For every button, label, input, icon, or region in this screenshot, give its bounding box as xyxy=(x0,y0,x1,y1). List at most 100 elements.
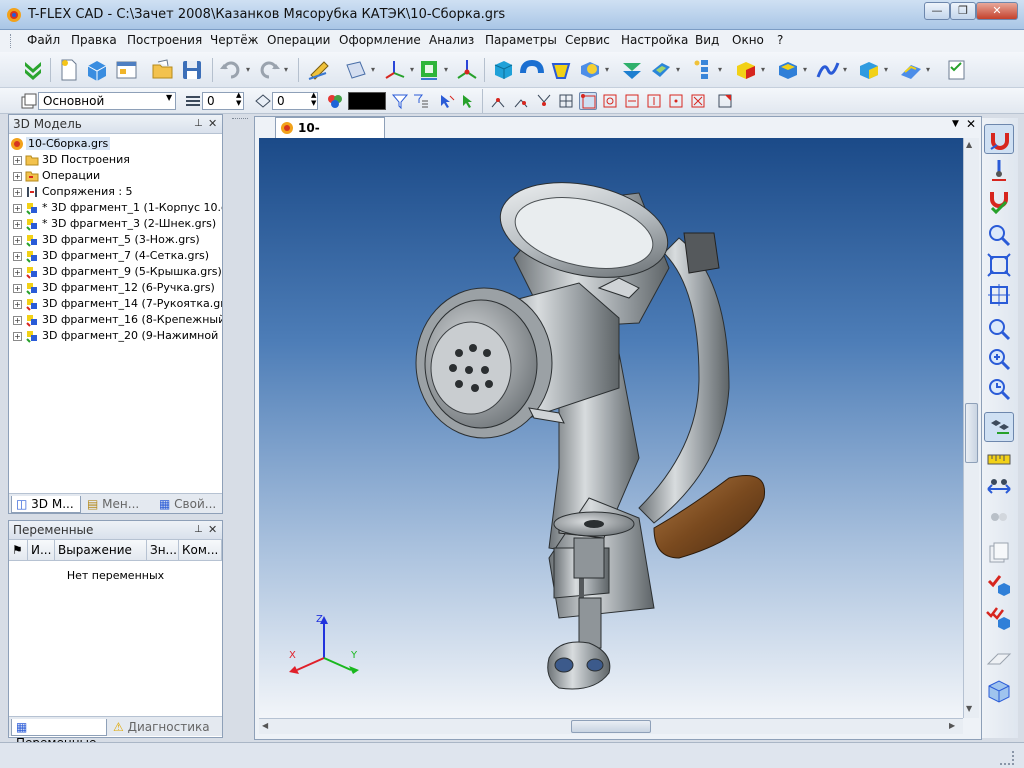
magnet-snap-icon[interactable] xyxy=(984,124,1014,154)
menu-settings[interactable]: Настройка xyxy=(621,33,688,47)
splitter-grip[interactable] xyxy=(232,118,248,124)
menu-construct[interactable]: Построения xyxy=(127,33,202,47)
snap-node-icon[interactable] xyxy=(489,92,507,110)
3d-node-icon[interactable] xyxy=(454,57,480,83)
document-close-icon[interactable]: ✕ xyxy=(966,117,976,131)
expand-icon[interactable]: + xyxy=(13,331,22,341)
expand-icon[interactable]: + xyxy=(13,203,22,213)
select-cursor-icon[interactable] xyxy=(438,92,456,110)
surface-curve-icon[interactable] xyxy=(815,57,841,83)
undo-dropdown-icon[interactable]: ▾ xyxy=(244,57,252,83)
save-icon[interactable] xyxy=(179,57,205,83)
level-spinner-icon[interactable]: ▲ ▼ xyxy=(236,91,241,107)
snap-middle-icon[interactable] xyxy=(667,92,685,110)
tree-item-operations[interactable]: + Операции xyxy=(13,168,100,184)
hide-show-icon[interactable] xyxy=(984,502,1014,532)
zoom-in-icon[interactable] xyxy=(984,314,1014,344)
zoom-all-icon[interactable] xyxy=(984,280,1014,310)
boolean-dropdown-icon[interactable]: ▾ xyxy=(603,57,611,83)
profile-dropdown-icon[interactable]: ▾ xyxy=(442,57,450,83)
color-palette-icon[interactable] xyxy=(326,92,344,110)
tree-item-fragment[interactable]: +3D фрагмент_12 (6-Ручка.grs) xyxy=(13,280,215,296)
tab-menu[interactable]: ▤ Мен... xyxy=(83,496,153,513)
surface-dropdown-icon[interactable]: ▾ xyxy=(841,57,849,83)
menu-service[interactable]: Сервис xyxy=(565,33,610,47)
filter-icon[interactable] xyxy=(391,92,409,110)
magnet-check-icon[interactable] xyxy=(984,186,1014,216)
sketch-pencil-icon[interactable] xyxy=(306,57,332,83)
menu-window[interactable]: Окно xyxy=(732,33,764,47)
document-tab[interactable]: 10-Сборка.grs xyxy=(275,117,385,155)
workplane-icon[interactable] xyxy=(343,57,369,83)
select-pick-icon[interactable] xyxy=(460,92,478,110)
extrude-icon[interactable] xyxy=(490,57,516,83)
snap-grid-icon[interactable] xyxy=(557,92,575,110)
rotate-view-icon[interactable] xyxy=(984,412,1014,442)
zoom-previous-icon[interactable] xyxy=(984,374,1014,404)
tab-properties[interactable]: ▦ Свой... xyxy=(155,496,221,513)
sheet-metal-icon[interactable] xyxy=(898,57,924,83)
new-drawing-icon[interactable] xyxy=(113,57,139,83)
priority-spinner-icon[interactable]: ▲ ▼ xyxy=(311,91,316,107)
restore-button[interactable]: ❐ xyxy=(950,2,976,20)
tree-item-fragment[interactable]: +3D фрагмент_14 (7-Рукоятка.grs) xyxy=(13,296,222,312)
pin-node-icon[interactable] xyxy=(984,156,1014,186)
new-3d-model-icon[interactable] xyxy=(84,57,110,83)
menu-format[interactable]: Оформление xyxy=(339,33,421,47)
body-from-surface-icon[interactable] xyxy=(775,57,801,83)
snap-perpendicular-icon[interactable] xyxy=(645,92,663,110)
check-cube-icon[interactable] xyxy=(984,570,1014,600)
body-dropdown-icon[interactable]: ▾ xyxy=(801,57,809,83)
menu-operations[interactable]: Операции xyxy=(267,33,330,47)
minimize-button[interactable]: — xyxy=(924,2,950,20)
tree-item-fragment[interactable]: +3D фрагмент_5 (3-Нож.grs) xyxy=(13,232,200,248)
shell-dropdown-icon[interactable]: ▾ xyxy=(674,57,682,83)
expand-icon[interactable]: + xyxy=(13,267,22,277)
horizontal-scrollbar[interactable]: ◀ ▶ xyxy=(259,718,963,734)
snap-intersection-icon[interactable] xyxy=(689,92,707,110)
color-swatch[interactable] xyxy=(348,92,386,110)
section-plane-icon[interactable] xyxy=(984,644,1014,674)
panel-close-icon[interactable]: ✕ xyxy=(208,115,217,133)
column-comment[interactable]: Ком... xyxy=(179,540,222,560)
expand-icon[interactable]: + xyxy=(13,155,22,165)
tab-list-icon[interactable]: ▼ xyxy=(952,119,959,129)
scroll-right-icon[interactable]: ▶ xyxy=(949,721,955,730)
resize-grip-icon[interactable] xyxy=(1000,751,1014,765)
scroll-left-icon[interactable]: ◀ xyxy=(262,721,268,730)
tab-variables[interactable]: ▦ Переменные xyxy=(11,719,107,750)
new-document-icon[interactable] xyxy=(55,57,81,83)
snap-toggle-icon[interactable] xyxy=(716,92,734,110)
smooth-edges-icon[interactable] xyxy=(619,57,645,83)
pin-icon[interactable]: ⊥ xyxy=(194,521,203,539)
filter-list-icon[interactable] xyxy=(412,92,430,110)
tree-root[interactable]: 10-Сборка.grs xyxy=(10,136,111,152)
scroll-down-icon[interactable]: ▼ xyxy=(966,704,972,713)
snap-face-icon[interactable] xyxy=(535,92,553,110)
vertical-scrollbar[interactable]: ▲ ▼ xyxy=(963,138,979,718)
tree-item-mates[interactable]: + Сопряжения : 5 xyxy=(13,184,133,200)
column-expression[interactable]: Выражение xyxy=(55,540,147,560)
scroll-up-icon[interactable]: ▲ xyxy=(966,140,972,149)
rotate-operation-icon[interactable] xyxy=(519,57,545,83)
tree-item-fragment[interactable]: +3D фрагмент_9 (5-Крышка.grs) xyxy=(13,264,222,280)
menu-analysis[interactable]: Анализ xyxy=(429,33,474,47)
flag-column-icon[interactable]: ⚑ xyxy=(9,540,28,560)
zoom-window-icon[interactable] xyxy=(984,220,1014,250)
expand-icon[interactable]: + xyxy=(13,171,22,181)
expand-icon[interactable]: + xyxy=(13,315,22,325)
zoom-fit-icon[interactable] xyxy=(984,250,1014,280)
copy-pages-icon[interactable] xyxy=(984,538,1014,568)
menu-view[interactable]: Вид xyxy=(695,33,719,47)
zoom-dynamic-icon[interactable] xyxy=(984,344,1014,374)
redo-icon[interactable] xyxy=(256,57,282,83)
layer-select[interactable]: Основной xyxy=(38,92,176,110)
column-name[interactable]: И... xyxy=(28,540,55,560)
pan-view-icon[interactable] xyxy=(984,474,1014,504)
pin-icon[interactable]: ⊥ xyxy=(194,115,203,133)
menu-edit[interactable]: Правка xyxy=(71,33,117,47)
sheet-metal-dropdown-icon[interactable]: ▾ xyxy=(924,57,932,83)
snap-tangent-icon[interactable] xyxy=(623,92,641,110)
shell-icon[interactable] xyxy=(648,57,674,83)
tree-item-fragment[interactable]: +3D фрагмент_7 (4-Сетка.grs) xyxy=(13,248,209,264)
